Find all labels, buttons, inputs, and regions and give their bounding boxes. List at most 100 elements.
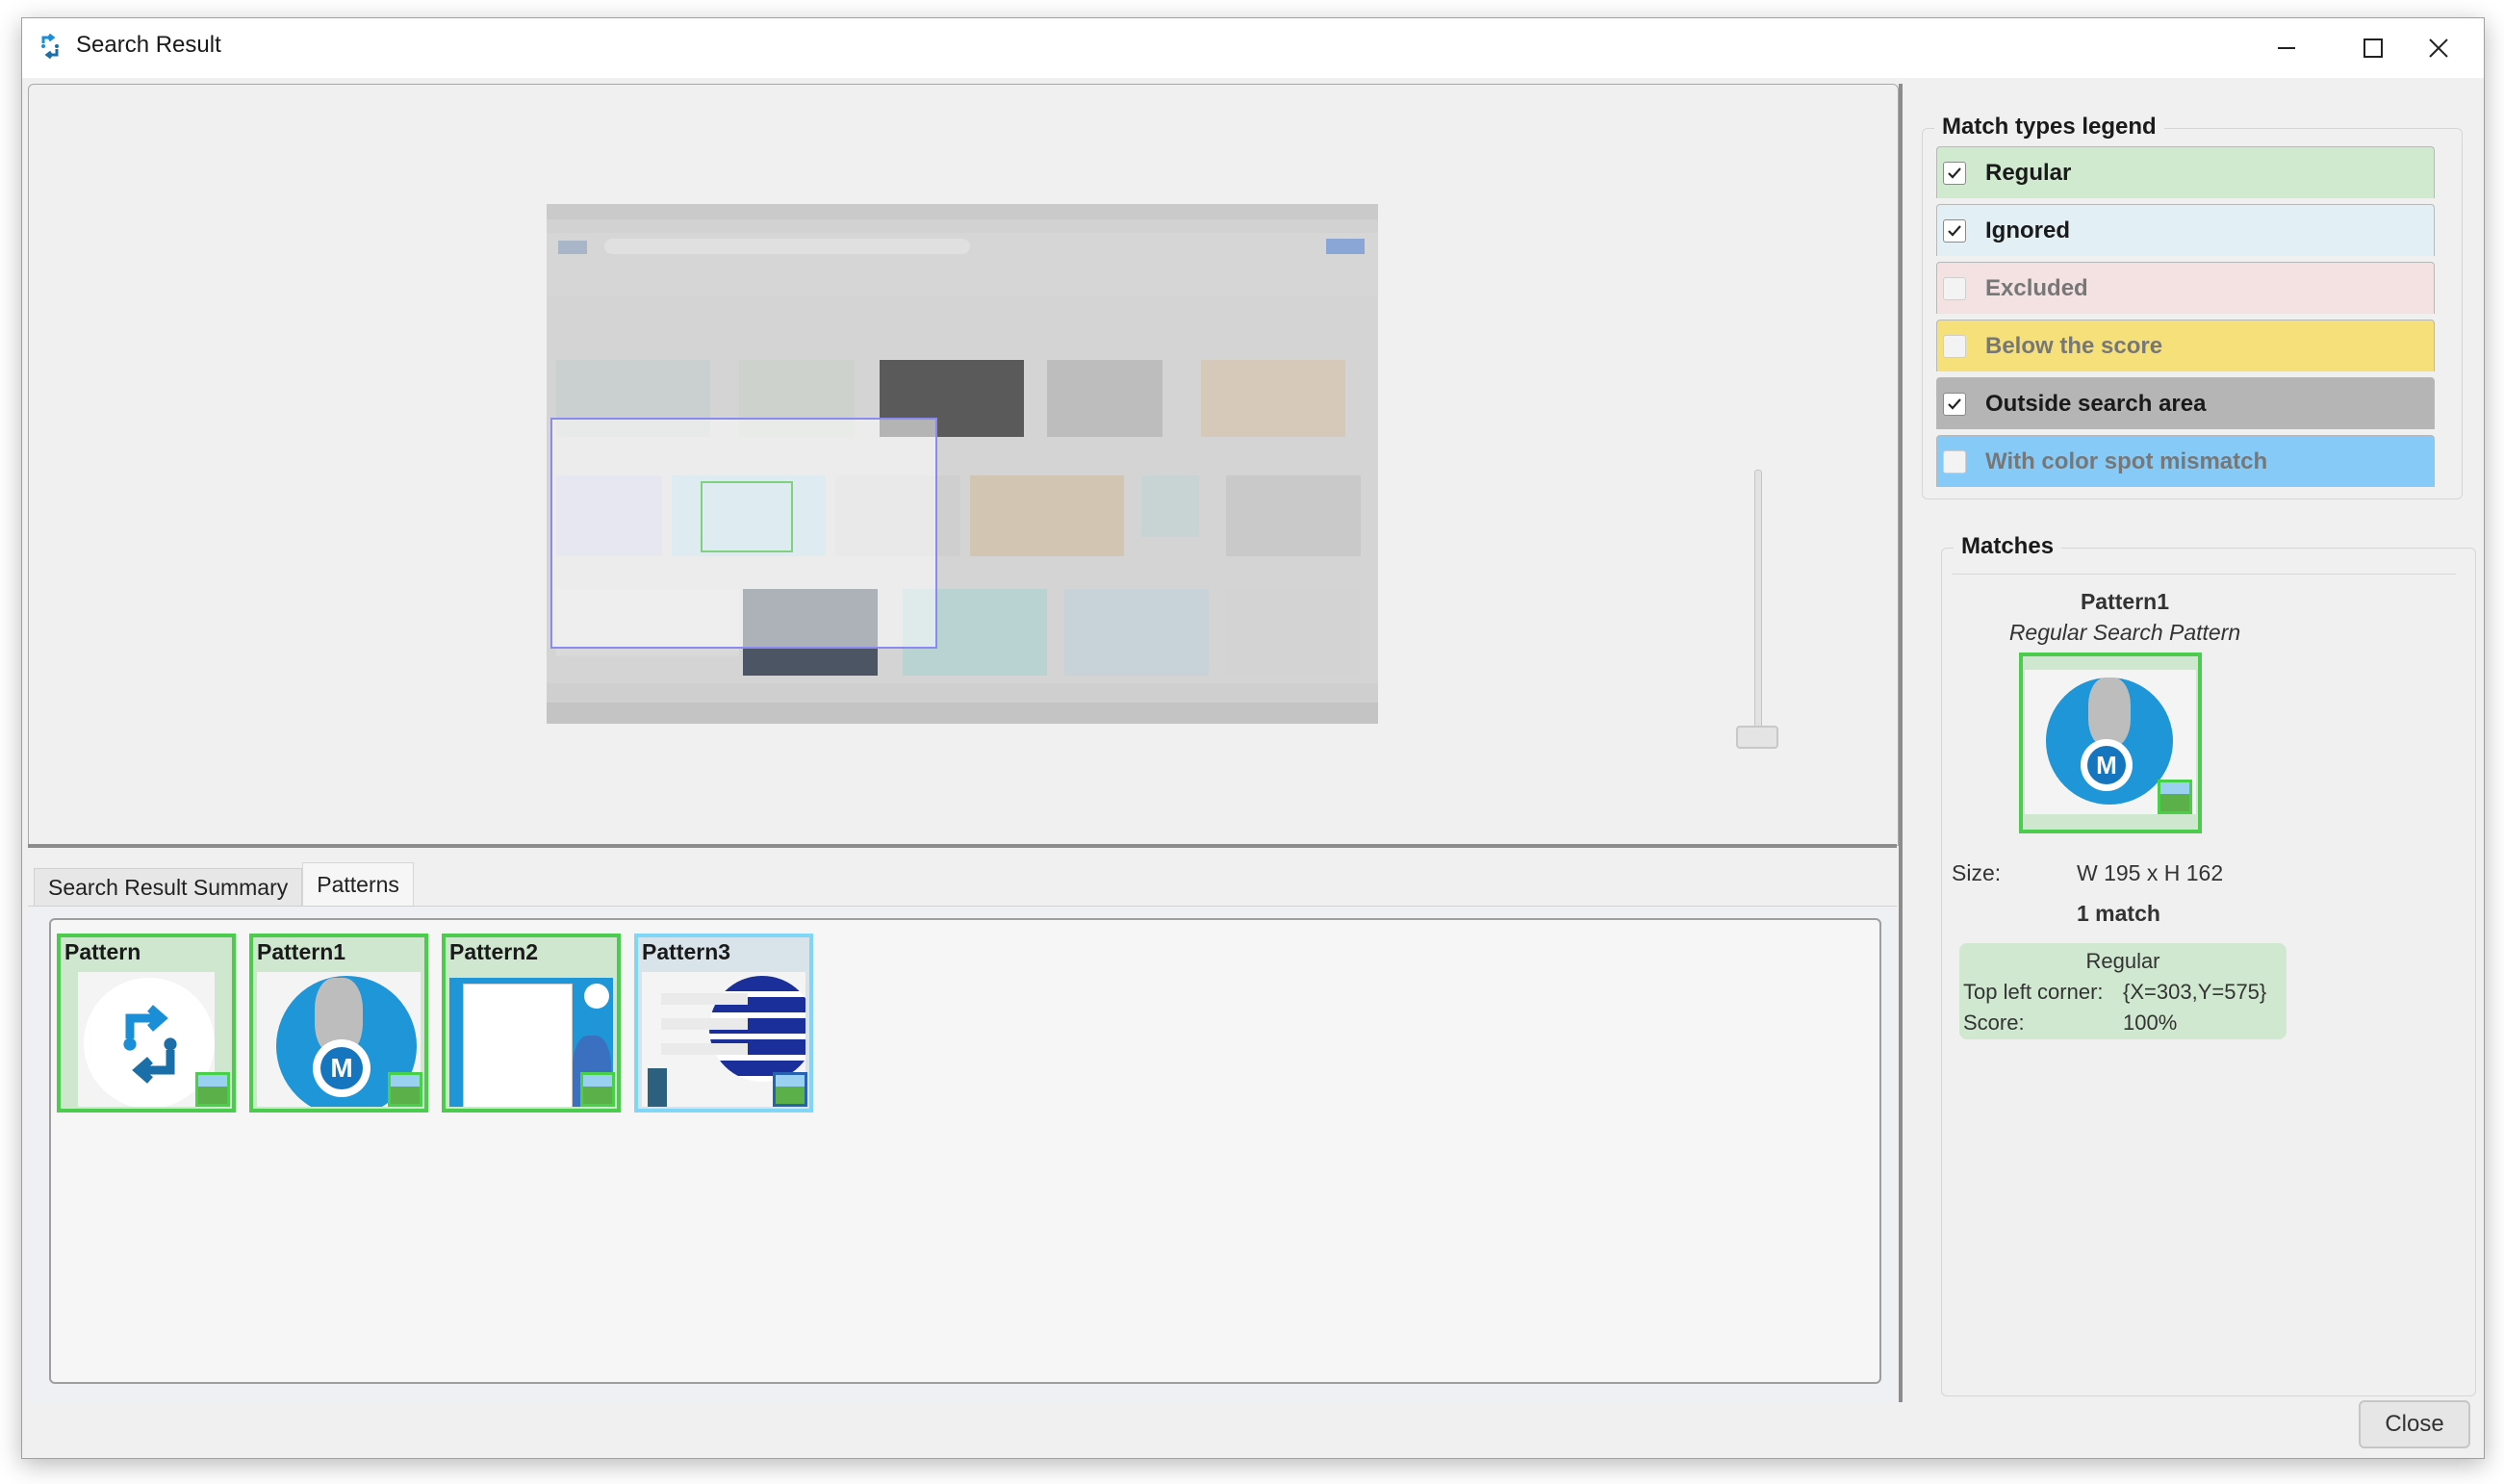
preview-search-box: [604, 239, 970, 254]
preview-downloads-bar: [547, 683, 1378, 703]
image-match-icon: [195, 1072, 230, 1107]
matches-divider: [1952, 574, 2456, 575]
bottom-tabs: Search Result Summary Patterns: [34, 862, 414, 906]
tab-patterns[interactable]: Patterns: [302, 862, 414, 906]
preview-taskbar: [547, 703, 1378, 724]
match-count: 1 match: [2077, 901, 2160, 926]
legend-label: Below the score: [1985, 332, 2163, 359]
preview-tile: [970, 475, 1124, 556]
score-label: Score:: [1963, 1011, 2025, 1035]
legend-item-excluded[interactable]: Excluded: [1936, 262, 2435, 314]
check-icon: [1948, 397, 1961, 410]
preview-tabbar: [547, 204, 1378, 219]
horizontal-splitter[interactable]: [28, 844, 1897, 848]
legend-checkbox[interactable]: [1943, 276, 1966, 300]
screenshot-preview[interactable]: [547, 204, 1378, 724]
legend-title: Match types legend: [1934, 114, 2164, 141]
preview-tile: [1141, 475, 1199, 537]
match-pattern-name: Pattern1: [2080, 589, 2170, 614]
close-icon: [2429, 38, 2448, 58]
minimize-icon: [2278, 47, 2295, 49]
pattern-thumbnail: [78, 972, 215, 1107]
preview-signin: [1326, 239, 1365, 254]
pattern-card[interactable]: Pattern1 M: [249, 934, 428, 1113]
zoom-slider-thumb[interactable]: [1736, 726, 1778, 749]
m-logo-icon: M: [2087, 746, 2126, 784]
close-button[interactable]: Close: [2359, 1400, 2470, 1448]
tab-search-result-summary[interactable]: Search Result Summary: [34, 868, 303, 906]
patterns-tab-content: Pattern Pattern1 M Pattern2 Pattern3: [28, 906, 1897, 1403]
pattern-name: Pattern2: [449, 939, 539, 964]
patterns-list: Pattern Pattern1 M Pattern2 Pattern3: [49, 918, 1881, 1384]
preview-logo: [558, 241, 587, 254]
image-match-icon: [2158, 780, 2192, 814]
pattern-card[interactable]: Pattern2: [442, 934, 621, 1113]
sync-arrows-icon: [41, 33, 59, 60]
legend-checkbox[interactable]: [1943, 334, 1966, 358]
legend-label: With color spot mismatch: [1985, 448, 2268, 474]
chart-board: [463, 984, 573, 1107]
match-highlight: [701, 481, 793, 552]
pattern-card[interactable]: Pattern: [57, 934, 236, 1113]
m-logo-icon: [584, 984, 609, 1009]
minimize-button[interactable]: [2243, 18, 2330, 78]
legend-item-with-color-spot-mismatch[interactable]: With color spot mismatch: [1936, 435, 2435, 487]
pattern-name: Pattern: [64, 939, 141, 964]
zoom-slider-track[interactable]: [1754, 470, 1762, 736]
match-pattern-type: Regular Search Pattern: [2008, 620, 2241, 645]
preview-tile: [1201, 360, 1345, 437]
menu-line: [661, 1018, 748, 1030]
close-window-button[interactable]: [2395, 18, 2482, 78]
window-title: Search Result: [76, 32, 221, 58]
size-value: W 195 x H 162: [2077, 860, 2224, 885]
legend-item-outside-search-area[interactable]: Outside search area: [1936, 377, 2435, 429]
top-left-label: Top left corner:: [1963, 980, 2104, 1004]
pattern-card[interactable]: Pattern3: [634, 934, 813, 1113]
legend-item-below-the-score[interactable]: Below the score: [1936, 320, 2435, 371]
image-warning-icon: [773, 1072, 807, 1107]
check-icon: [1948, 224, 1961, 237]
check-icon: [1948, 166, 1961, 179]
legend-item-ignored[interactable]: Ignored: [1936, 204, 2435, 256]
menu-line: [661, 993, 748, 1005]
mascot-figure: [648, 1068, 667, 1107]
legend-label: Excluded: [1985, 274, 2088, 301]
result-type: Regular: [2085, 949, 2160, 973]
size-label: Size:: [1952, 860, 2002, 885]
score-value: 100%: [2123, 1011, 2178, 1035]
match-result-regular[interactable]: Regular Top left corner: {X=303,Y=575} S…: [1959, 943, 2287, 1039]
maximize-icon: [2363, 38, 2383, 58]
legend-group: Match types legend Regular Ignored Exclu…: [1922, 114, 2463, 499]
matches-group: Matches Pattern1 Regular Search Pattern …: [1941, 533, 2476, 1396]
legend-item-regular[interactable]: Regular: [1936, 146, 2435, 198]
m-logo-icon: M: [320, 1047, 363, 1089]
legend-label: Regular: [1985, 159, 2072, 186]
pattern-name: Pattern3: [642, 939, 731, 964]
title-bar: Search Result: [22, 18, 2484, 78]
preview-tile: [1226, 475, 1361, 556]
search-result-window: Search Result Search Result Summary Patt…: [21, 17, 2485, 1459]
right-panel: Match types legend Regular Ignored Exclu…: [1906, 84, 2476, 1402]
image-match-icon: [388, 1072, 422, 1107]
preview-tile: [1226, 589, 1361, 676]
legend-checkbox[interactable]: [1943, 218, 1966, 243]
legend-checkbox[interactable]: [1943, 161, 1966, 185]
main-area: Search Result Summary Patterns Pattern P…: [28, 84, 1899, 1403]
legend-label: Ignored: [1985, 217, 2070, 243]
preview-tile: [1064, 589, 1209, 676]
top-left-value: {X=303,Y=575}: [2123, 980, 2267, 1004]
pattern-name: Pattern1: [257, 939, 346, 964]
legend-label: Outside search area: [1985, 390, 2207, 417]
mascot-head: [2088, 678, 2131, 747]
legend-checkbox[interactable]: [1943, 449, 1966, 473]
legend-checkbox[interactable]: [1943, 392, 1966, 416]
vertical-splitter[interactable]: [1899, 84, 1903, 1402]
sync-arrows-icon: [123, 1005, 177, 1084]
matches-title: Matches: [1954, 533, 2062, 560]
preview-tile: [1047, 360, 1163, 437]
menu-line: [661, 1043, 748, 1055]
match-pattern-thumbnail[interactable]: M: [2019, 652, 2202, 833]
image-match-icon: [580, 1072, 615, 1107]
preview-pane: [28, 84, 1899, 846]
preview-addressbar: [547, 219, 1378, 233]
